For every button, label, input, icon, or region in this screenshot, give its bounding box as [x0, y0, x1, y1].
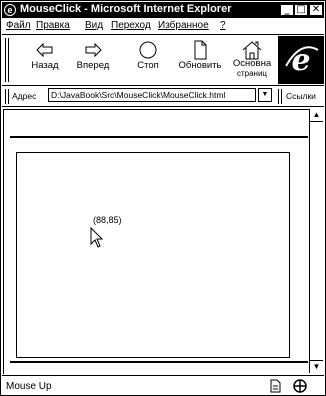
- menu-bar: Файл Правка Вид Переход Избранное ?: [2, 19, 324, 35]
- address-grip[interactable]: [5, 89, 9, 104]
- bottom-horizontal-rule: [10, 361, 308, 363]
- home-label-line2: страниц: [236, 69, 268, 78]
- standard-toolbar: Назад Вперед Стоп Обновить Основна стран…: [2, 35, 324, 86]
- back-arrow-icon: [36, 42, 53, 58]
- home-button[interactable]: Основна страниц: [230, 37, 274, 83]
- links-grip[interactable]: [278, 89, 282, 104]
- back-button[interactable]: Назад: [23, 37, 67, 83]
- browser-window: e MouseClick - Microsoft Internet Explor…: [0, 0, 326, 396]
- toolbar-grip[interactable]: [5, 38, 9, 82]
- minimize-button[interactable]: _: [280, 4, 294, 16]
- title-bar[interactable]: e MouseClick - Microsoft Internet Explor…: [2, 2, 324, 18]
- mouse-click-applet[interactable]: (88,85): [16, 152, 290, 358]
- forward-label: Вперед: [76, 60, 110, 71]
- address-dropdown-button[interactable]: ▼: [258, 88, 272, 102]
- page-status-icon: [270, 379, 281, 393]
- vertical-scrollbar[interactable]: ▲ ▼: [309, 109, 323, 373]
- ie-app-icon[interactable]: e: [4, 4, 16, 16]
- forward-button[interactable]: Вперед: [71, 37, 115, 83]
- menu-edit[interactable]: Правка: [36, 20, 70, 31]
- menu-file[interactable]: Файл: [6, 20, 31, 31]
- maximize-button[interactable]: □: [294, 4, 308, 16]
- refresh-page-icon: [194, 40, 207, 60]
- close-button[interactable]: ✕: [309, 4, 323, 16]
- refresh-button[interactable]: Обновить: [178, 37, 222, 83]
- menu-favorites[interactable]: Избранное: [158, 20, 209, 31]
- refresh-label: Обновить: [178, 60, 222, 71]
- status-text: Mouse Up: [6, 381, 52, 392]
- status-bar: Mouse Up: [2, 375, 324, 396]
- stop-label: Стоп: [137, 60, 159, 71]
- menu-view[interactable]: Вид: [85, 20, 103, 31]
- mouse-pointer-icon: [90, 227, 104, 248]
- stop-icon: [139, 41, 157, 59]
- menu-help[interactable]: ?: [220, 20, 226, 31]
- home-icon: [242, 41, 262, 60]
- scroll-down-arrow-icon[interactable]: ▼: [310, 360, 323, 373]
- top-horizontal-rule: [10, 136, 308, 138]
- address-label: Адрес: [12, 91, 37, 101]
- ie-logo-icon: e: [285, 43, 319, 78]
- window-title: MouseClick - Microsoft Internet Explorer: [20, 3, 232, 15]
- scroll-up-arrow-icon[interactable]: ▲: [310, 109, 323, 122]
- click-coordinates-text: (88,85): [93, 215, 122, 225]
- security-zone-icon: [293, 379, 307, 393]
- stop-button[interactable]: Стоп: [126, 37, 170, 83]
- address-input[interactable]: D:\JavaBook\Src\MouseClick\MouseClick.ht…: [48, 88, 256, 102]
- address-bar: Адрес D:\JavaBook\Src\MouseClick\MouseCl…: [2, 86, 324, 107]
- page-content: (88,85): [3, 109, 309, 374]
- menu-go[interactable]: Переход: [111, 20, 151, 31]
- home-label-line1: Основна: [232, 58, 272, 69]
- ie-throbber-logo: e: [278, 36, 324, 84]
- back-label: Назад: [31, 60, 59, 71]
- forward-arrow-icon: [85, 42, 102, 58]
- links-button[interactable]: Ссылки: [286, 91, 316, 101]
